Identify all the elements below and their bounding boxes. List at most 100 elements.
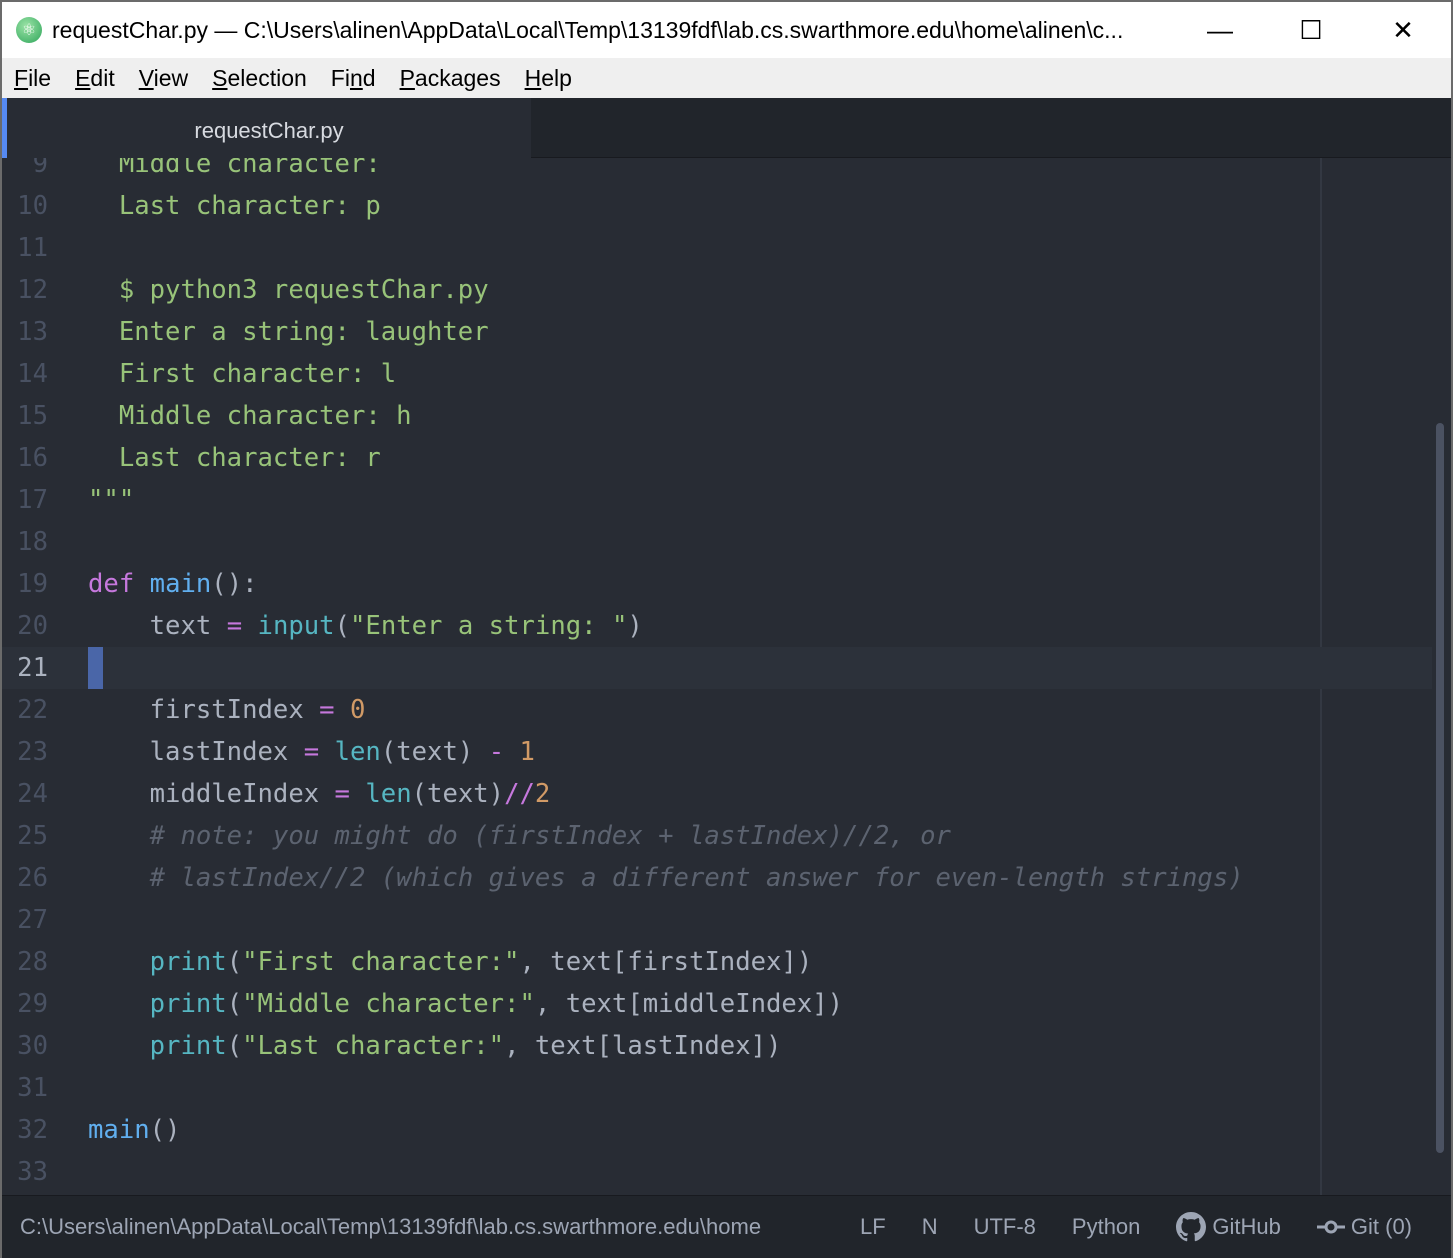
code-line[interactable]: 9 Middle character: — [2, 158, 1432, 185]
menu-item-2[interactable]: View — [139, 65, 188, 92]
line-number: 21 — [17, 653, 48, 683]
code-token: = — [226, 611, 243, 641]
line-number: 26 — [17, 863, 48, 893]
menu-item-1[interactable]: Edit — [75, 65, 115, 92]
code-token: , text[lastIndex]) — [504, 1031, 782, 1061]
text-cursor — [88, 647, 103, 689]
code-text: # note: you might do (firstIndex + lastI… — [88, 821, 951, 851]
menu-accelerator: F — [14, 64, 29, 91]
title-bar: ⚛ requestChar.py — C:\Users\alinen\AppDa… — [2, 2, 1451, 58]
grammar[interactable]: Python — [1072, 1214, 1141, 1240]
git-commit-icon — [1316, 1220, 1345, 1234]
code-text: Enter a string: laughter — [88, 317, 489, 347]
github-icon — [1176, 1212, 1207, 1242]
git-button[interactable]: Git (0) — [1316, 1214, 1413, 1240]
code-text: lastIndex = len(text) - 1 — [88, 737, 535, 767]
code-line[interactable]: 20 text = input("Enter a string: ") — [2, 605, 1432, 647]
code-line[interactable]: 13 Enter a string: laughter — [2, 311, 1432, 353]
code-token: 1 — [519, 737, 535, 767]
line-number: 19 — [17, 569, 48, 599]
code-token: lastIndex — [88, 737, 304, 767]
code-token: () — [149, 1115, 181, 1145]
code-token: First character: l — [88, 359, 397, 389]
code-editor[interactable]: 9 Middle character: 10 Last character: p1… — [2, 158, 1451, 1195]
encoding[interactable]: UTF-8 — [974, 1214, 1036, 1240]
code-line[interactable]: 26 # lastIndex//2 (which gives a differe… — [2, 857, 1432, 899]
code-line[interactable]: 29 print("Middle character:", text[middl… — [2, 983, 1432, 1025]
code-token: print — [149, 989, 227, 1019]
code-text: $ python3 requestChar.py — [88, 275, 489, 305]
menu-accelerator: E — [75, 64, 91, 91]
code-line[interactable]: 24 middleIndex = len(text)//2 — [2, 773, 1432, 815]
line-number: 13 — [17, 317, 48, 347]
code-token: print — [149, 1031, 227, 1061]
code-text: Last character: r — [88, 443, 381, 473]
code-token: // — [504, 779, 535, 809]
code-token: (text) — [380, 737, 489, 767]
line-number: 12 — [17, 275, 48, 305]
code-line[interactable]: 11 — [2, 227, 1432, 269]
file-path[interactable]: C:\Users\alinen\AppData\Local\Temp\13139… — [20, 1214, 824, 1240]
code-text: firstIndex = 0 — [88, 695, 366, 725]
code-line[interactable]: 16 Last character: r — [2, 437, 1432, 479]
code-line[interactable]: 10 Last character: p — [2, 185, 1432, 227]
close-button[interactable]: ✕ — [1357, 2, 1449, 58]
code-text: """ — [88, 485, 134, 515]
line-number: 33 — [17, 1157, 48, 1187]
menu-item-3[interactable]: Selection — [212, 65, 307, 92]
code-line[interactable]: 32 main() — [2, 1109, 1432, 1151]
code-line[interactable]: 33 — [2, 1151, 1432, 1193]
github-button[interactable]: GitHub — [1176, 1212, 1281, 1242]
code-text: First character: l — [88, 359, 396, 389]
code-line[interactable]: 27 — [2, 899, 1432, 941]
code-line[interactable]: 12 $ python3 requestChar.py — [2, 269, 1432, 311]
window-title: requestChar.py — C:\Users\alinen\AppData… — [52, 16, 1124, 43]
code-text: print("Middle character:", text[middleIn… — [88, 989, 843, 1019]
code-token: ( — [226, 989, 243, 1019]
code-token: 0 — [349, 695, 366, 725]
menu-item-4[interactable]: Find — [331, 65, 376, 92]
code-token: "First character:" — [242, 947, 520, 977]
minimize-button[interactable]: — — [1174, 2, 1266, 58]
line-number: 31 — [17, 1073, 48, 1103]
tab-requestchar[interactable]: requestChar.py — [2, 98, 531, 159]
code-line[interactable]: 21 — [2, 647, 1432, 689]
menu-item-6[interactable]: Help — [525, 65, 572, 92]
git-label: Git (0) — [1350, 1214, 1413, 1239]
menu-item-5[interactable]: Packages — [400, 65, 501, 92]
code-token: = — [303, 737, 320, 767]
code-line[interactable]: 31 — [2, 1067, 1432, 1109]
line-ending[interactable]: LF — [860, 1214, 886, 1240]
maximize-button[interactable]: ☐ — [1265, 2, 1357, 58]
menu-item-0[interactable]: File — [14, 65, 51, 92]
vertical-scrollbar[interactable] — [1436, 423, 1444, 1153]
code-line[interactable]: 28 print("First character:", text[firstI… — [2, 941, 1432, 983]
code-line[interactable]: 15 Middle character: h — [2, 395, 1432, 437]
code-token: Last character: p — [88, 191, 381, 221]
code-token: Last character: r — [88, 443, 381, 473]
code-line[interactable]: 19 def main(): — [2, 563, 1432, 605]
code-text: Middle character: h — [88, 401, 412, 431]
code-line[interactable]: 30 print("Last character:", text[lastInd… — [2, 1025, 1432, 1067]
code-token: len — [365, 779, 412, 809]
code-line[interactable]: 18 — [2, 521, 1432, 563]
code-line[interactable]: 14 First character: l — [2, 353, 1432, 395]
line-number: 20 — [17, 611, 48, 641]
code-token: Middle character: — [88, 158, 381, 179]
code-line[interactable]: 17 """ — [2, 479, 1432, 521]
code-token: (text) — [411, 779, 505, 809]
code-token: ( — [226, 1031, 243, 1061]
code-line[interactable]: 23 lastIndex = len(text) - 1 — [2, 731, 1432, 773]
code-token: main — [88, 1115, 150, 1145]
code-line[interactable]: 22 firstIndex = 0 — [2, 689, 1432, 731]
code-token: $ python3 requestChar.py — [88, 275, 489, 305]
code-token: def — [88, 569, 135, 599]
code-line[interactable]: 25 # note: you might do (firstIndex + la… — [2, 815, 1432, 857]
status-n[interactable]: N — [922, 1214, 938, 1240]
code-token: (): — [211, 569, 258, 599]
